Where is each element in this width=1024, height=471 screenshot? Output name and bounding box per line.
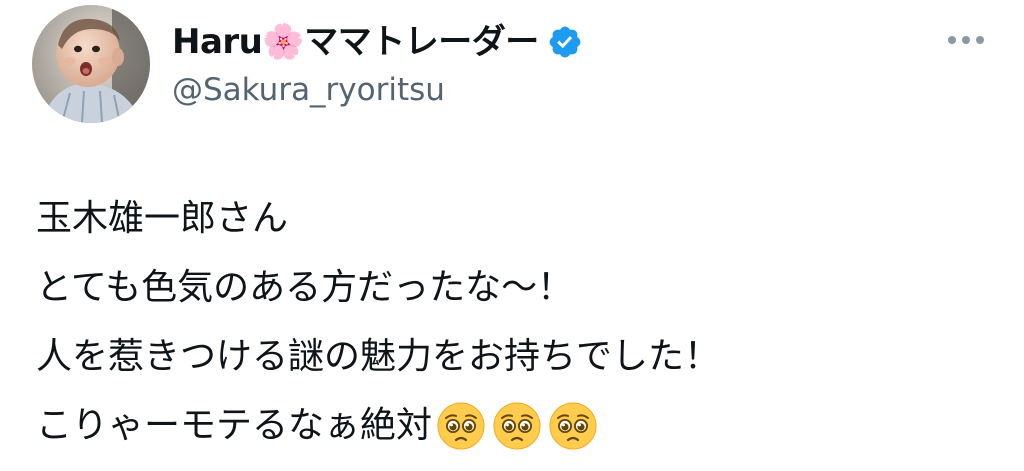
more-options-button[interactable]	[936, 20, 996, 60]
baby-photo-image	[32, 5, 150, 123]
pleading-face-icon	[436, 401, 486, 451]
tweet-text-line: とても色気のある方だったな〜！	[36, 253, 996, 322]
tweet-text-line: 人を惹きつける謎の魅力をお持ちでした！	[36, 322, 996, 391]
emoji-group	[436, 401, 598, 451]
tweet-text-line: こりゃーモテるなぁ絶対	[36, 391, 996, 460]
tweet-text-line-content: こりゃーモテるなぁ絶対	[36, 405, 433, 446]
tweet-text: 玉木雄一郎さん とても色気のある方だったな〜！ 人を惹きつける謎の魅力をお持ちで…	[36, 184, 996, 460]
more-horizontal-icon	[944, 34, 988, 46]
tweet-text-line-content: 玉木雄一郎さん	[36, 198, 289, 239]
author-handle[interactable]: @Sakura_ryoritsu	[172, 68, 445, 112]
author-display-name[interactable]: Haru🌸ママトレーダー	[172, 14, 539, 70]
verified-badge-icon	[547, 24, 583, 60]
pleading-face-icon	[492, 401, 542, 451]
tweet-text-line-content: 人を惹きつける謎の魅力をお持ちでした！	[36, 336, 721, 377]
pleading-face-icon	[548, 401, 598, 451]
tweet-text-line-content: とても色気のある方だったな〜！	[36, 267, 574, 308]
tweet-text-line: 玉木雄一郎さん	[36, 184, 996, 253]
author-name-row[interactable]: Haru🌸ママトレーダー	[172, 14, 583, 70]
avatar[interactable]	[32, 5, 150, 123]
